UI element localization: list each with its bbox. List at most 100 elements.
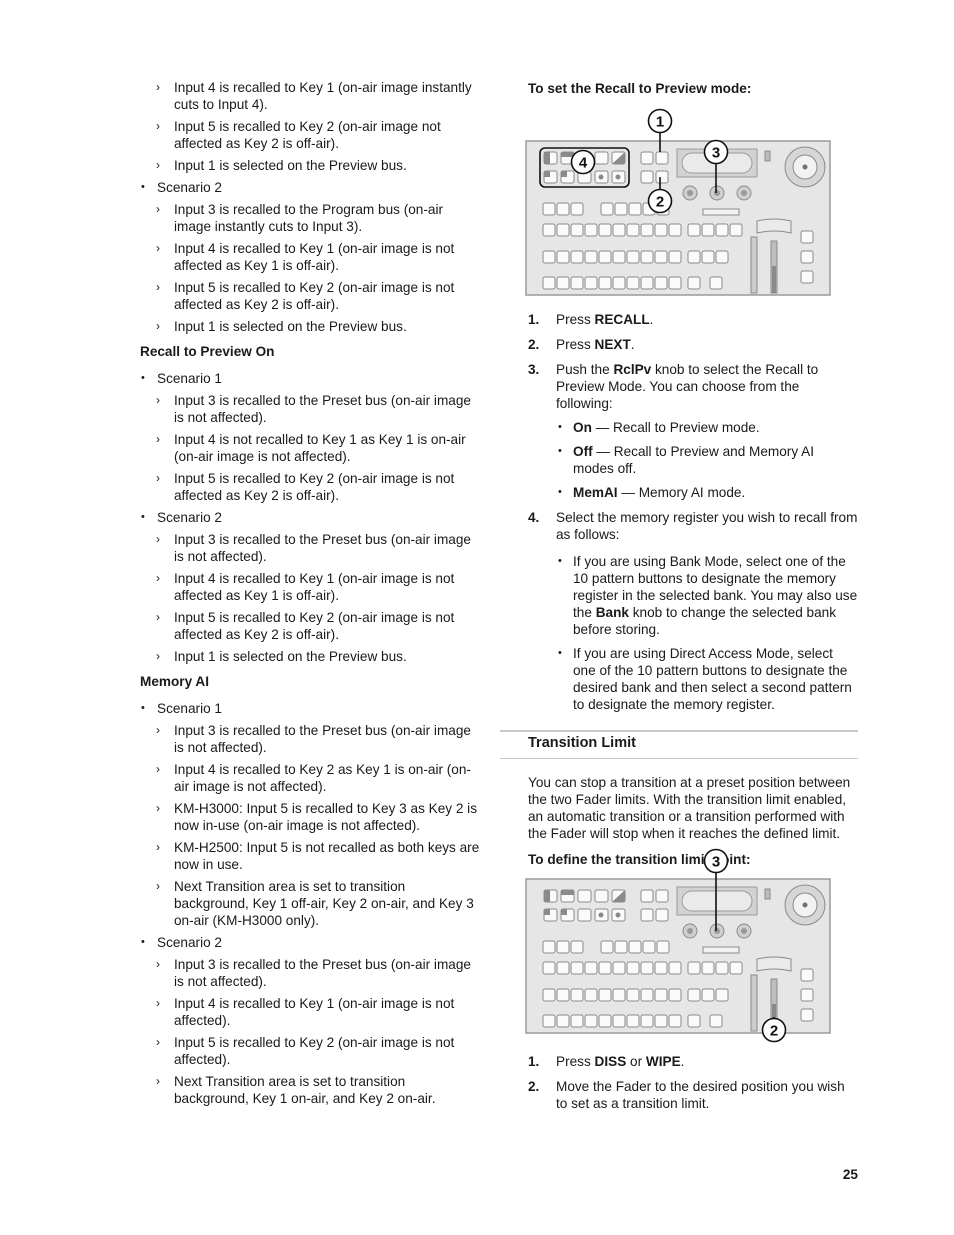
panel-button [800, 270, 814, 284]
joystick-icon [764, 888, 771, 900]
panel-button [570, 276, 584, 290]
panel-button [640, 889, 654, 903]
panel-button [584, 961, 598, 975]
panel-button [701, 988, 715, 1002]
pattern-glyph [561, 152, 574, 157]
panel-button [626, 961, 640, 975]
panel-button [612, 988, 626, 1002]
chevron-right-icon: › [156, 202, 160, 216]
panel-button [598, 276, 612, 290]
panel-button [642, 940, 656, 954]
panel-button [640, 151, 654, 165]
panel-button [687, 250, 701, 264]
chevron-right-icon: › [156, 319, 160, 333]
panel-button [640, 250, 654, 264]
knob-center [687, 928, 693, 934]
panel-button [668, 988, 682, 1002]
list-item: › Input 5 is recalled to Key 2 (on-air im… [156, 471, 455, 503]
panel-button [668, 961, 682, 975]
step-1: 1. Press DISS or WIPE. [528, 1054, 685, 1069]
fader-handle [756, 218, 792, 234]
indicator-strip [702, 208, 740, 216]
panel-button [584, 223, 598, 237]
knob-center [741, 928, 747, 934]
display-screen [681, 890, 753, 912]
panel-button [668, 250, 682, 264]
chevron-right-icon: › [156, 996, 160, 1010]
pattern-glyph [598, 174, 604, 180]
panel-button [542, 1014, 556, 1028]
pattern-glyph [561, 890, 574, 895]
panel-button [556, 223, 570, 237]
chevron-right-icon: › [156, 762, 160, 776]
chevron-right-icon: › [156, 571, 160, 585]
indicator-strip [702, 946, 740, 954]
pattern-glyph [544, 171, 550, 177]
panel-button [654, 1014, 668, 1028]
list-item: › Input 4 is recalled to Key 1 (on-air im… [156, 996, 455, 1028]
step-3: 3. Push the RclPv knob to select the Rec… [528, 361, 858, 501]
knob-center [741, 190, 747, 196]
list-item: › Input 4 is not recalled to Key 1 as Key… [156, 432, 466, 464]
pattern-glyph [544, 909, 550, 915]
panel-button [800, 988, 814, 1002]
callout-number: 2 [770, 1023, 778, 1040]
fader-scale [750, 974, 758, 1032]
panel-button [715, 223, 729, 237]
chevron-right-icon: › [156, 532, 160, 546]
list-item: › Input 3 is recalled to the Preset bus (… [156, 532, 471, 564]
left-column: › Input 4 is recalled to Key 1 (on-air im… [140, 79, 480, 1112]
joystick-icon [764, 150, 771, 162]
knob-center [714, 928, 720, 934]
pattern-glyph [615, 912, 621, 918]
panel-button [556, 988, 570, 1002]
panel-button [542, 250, 556, 264]
pattern-glyph [561, 909, 567, 915]
panel-button [598, 1014, 612, 1028]
scenario-label: Scenario 1 [140, 700, 480, 717]
pattern-button [594, 151, 609, 165]
list-item: › Next Transition area is set to transiti… [156, 879, 474, 928]
panel-button [668, 223, 682, 237]
panel-button [687, 961, 701, 975]
panel-button [654, 988, 668, 1002]
panel-button [584, 1014, 598, 1028]
panel-button [687, 1014, 701, 1028]
panel-button [800, 230, 814, 244]
panel-button [556, 276, 570, 290]
panel-button [687, 988, 701, 1002]
panel-button [598, 223, 612, 237]
list-item: › Input 5 is recalled to Key 2 (on-air im… [156, 119, 441, 151]
panel-button [556, 202, 570, 216]
panel-button [598, 988, 612, 1002]
chevron-right-icon: › [156, 280, 160, 294]
panel-button [598, 961, 612, 975]
step-2: 2. Move the Fader to the desired positio… [528, 1079, 845, 1111]
next-button [655, 170, 669, 184]
panel-button [584, 988, 598, 1002]
pattern-button [577, 889, 592, 903]
list-item: › Input 1 is selected on the Preview bus. [156, 319, 407, 334]
section-divider-bottom [500, 758, 858, 759]
section-heading-recall-to-preview-on: Recall to Preview On [140, 344, 275, 359]
list-item: › Input 3 is recalled to the Preset bus (… [156, 957, 471, 989]
chevron-right-icon: › [156, 432, 160, 446]
next-button [655, 908, 669, 922]
pattern-glyph [561, 171, 567, 177]
panel-button [556, 940, 570, 954]
panel-button [715, 988, 729, 1002]
fader-scale [750, 236, 758, 294]
panel-button [626, 988, 640, 1002]
chevron-right-icon: › [156, 957, 160, 971]
list-item: › Input 1 is selected on the Preview bus. [156, 649, 407, 664]
panel-button [701, 250, 715, 264]
transition-limit-body: You can stop a transition at a preset po… [525, 774, 858, 1120]
panel-button [556, 250, 570, 264]
list-item: › Next Transition area is set to transiti… [156, 1074, 436, 1106]
fader-fill [772, 266, 776, 293]
step-2: 2. Press NEXT. [528, 337, 635, 352]
panel-button [640, 961, 654, 975]
chevron-right-icon: › [156, 471, 160, 485]
panel-button [542, 988, 556, 1002]
scenario-items: › Input 3 is recalled to the Preset bus (… [140, 531, 480, 665]
